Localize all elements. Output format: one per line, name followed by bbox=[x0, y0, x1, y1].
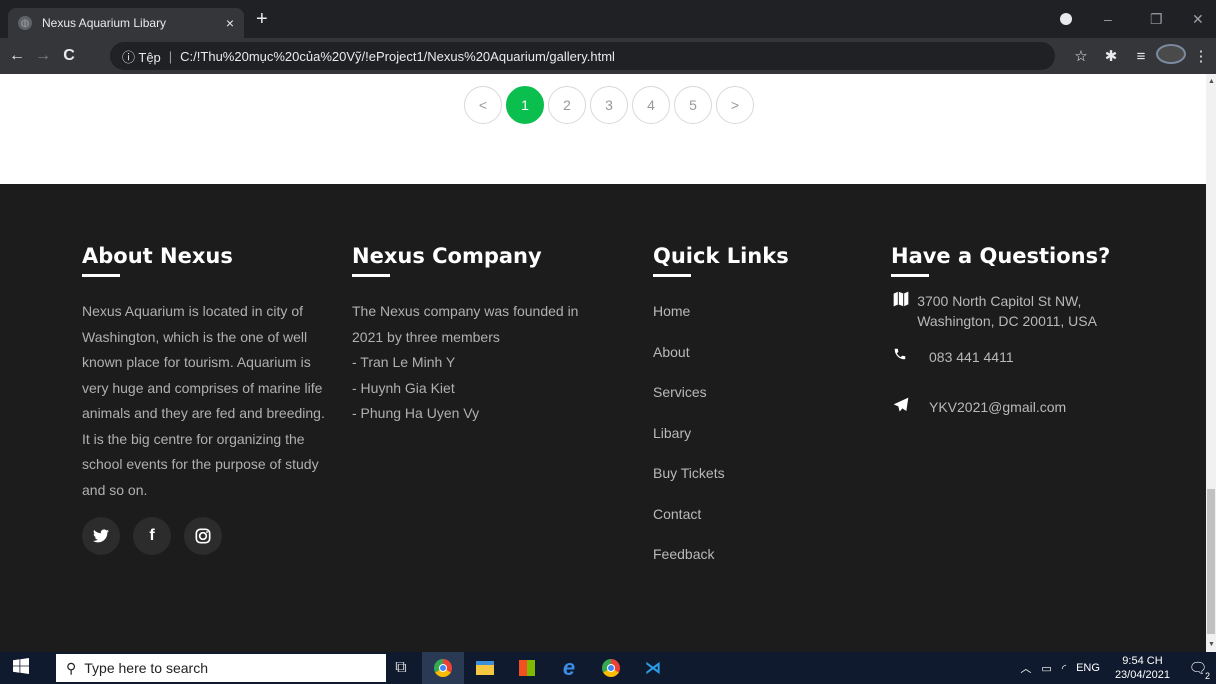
company-text: The Nexus company was founded in 2021 by… bbox=[352, 299, 602, 427]
profile-avatar[interactable] bbox=[1156, 44, 1186, 68]
taskbar-search-placeholder: Type here to search bbox=[84, 660, 209, 676]
address-bar[interactable]: ⓘ Tệp | C:/!Thu%20mục%20của%20Vỹ/!eProje… bbox=[110, 42, 1055, 70]
wifi-icon[interactable]: ◜ bbox=[1062, 662, 1066, 675]
browser-tab-strip: ◍ Nexus Aquarium Libary × + – ❐ ✕ bbox=[0, 0, 1216, 38]
heading-underline bbox=[891, 274, 929, 277]
browser-toolbar: ← → C ⓘ Tệp | C:/!Thu%20mục%20của%20Vỹ/!… bbox=[0, 38, 1216, 74]
scrollbar-thumb[interactable] bbox=[1207, 489, 1215, 634]
chrome-icon[interactable] bbox=[590, 658, 632, 677]
quick-link-home[interactable]: Home bbox=[653, 303, 789, 344]
phone-icon bbox=[891, 347, 929, 367]
profile-dropdown-icon[interactable] bbox=[1060, 0, 1072, 38]
taskbar-search-box[interactable]: ⚲ Type here to search bbox=[56, 654, 386, 682]
search-icon: ⚲ bbox=[66, 659, 77, 676]
tray-chevron-icon[interactable]: ︿ bbox=[1020, 660, 1031, 676]
pagination-next-button[interactable]: > bbox=[716, 86, 754, 124]
close-window-button[interactable]: ✕ bbox=[1192, 0, 1204, 38]
quick-links-list: Home About Services Libary Buy Tickets C… bbox=[653, 303, 789, 587]
paper-plane-icon bbox=[891, 397, 929, 419]
taskbar-clock[interactable]: 9:54 CH 23/04/2021 bbox=[1115, 654, 1170, 682]
footer-contact-column: Have a Questions? 3700 North Capitol St … bbox=[891, 244, 1151, 419]
contact-address: 3700 North Capitol St NW, Washington, DC… bbox=[917, 293, 1097, 329]
forward-button[interactable]: → bbox=[30, 47, 56, 65]
url-text: C:/!Thu%20mục%20của%20Vỹ/!eProject1/Nexu… bbox=[180, 48, 615, 64]
file-explorer-icon[interactable] bbox=[464, 659, 506, 677]
site-footer: About Nexus Nexus Aquarium is located in… bbox=[0, 184, 1206, 652]
pagination-page-2[interactable]: 2 bbox=[548, 86, 586, 124]
clock-time: 9:54 CH bbox=[1122, 655, 1163, 667]
new-tab-button[interactable]: + bbox=[256, 9, 268, 29]
company-founded-text: The Nexus company was founded in 2021 by… bbox=[352, 303, 579, 345]
battery-icon[interactable]: ▭ bbox=[1041, 662, 1051, 675]
footer-quick-links-column: Quick Links Home About Services Libary B… bbox=[653, 244, 789, 587]
heading-underline bbox=[82, 274, 120, 277]
language-indicator[interactable]: ENG bbox=[1076, 662, 1100, 674]
page-viewport: < 1 2 3 4 5 > About Nexus Nexus Aquarium… bbox=[0, 74, 1206, 652]
notification-count: 2 bbox=[1204, 671, 1210, 681]
pagination-page-1[interactable]: 1 bbox=[506, 86, 544, 124]
bookmark-star-icon[interactable]: ☆ bbox=[1066, 47, 1096, 65]
twitter-icon[interactable] bbox=[82, 517, 120, 555]
pagination-prev-button[interactable]: < bbox=[464, 86, 502, 124]
map-icon bbox=[891, 291, 917, 331]
reload-button[interactable]: C bbox=[56, 47, 82, 65]
pagination: < 1 2 3 4 5 > bbox=[464, 86, 758, 124]
contact-address-row: 3700 North Capitol St NW, Washington, DC… bbox=[891, 291, 1151, 331]
social-links: f bbox=[82, 517, 327, 555]
quick-link-services[interactable]: Services bbox=[653, 384, 789, 425]
footer-company-column: Nexus Company The Nexus company was foun… bbox=[352, 244, 602, 427]
pagination-page-5[interactable]: 5 bbox=[674, 86, 712, 124]
member-2: - Huynh Gia Kiet bbox=[352, 379, 455, 396]
quick-links-heading: Quick Links bbox=[653, 244, 789, 268]
minimize-button[interactable]: – bbox=[1104, 0, 1112, 38]
vscode-icon[interactable]: ⋊ bbox=[632, 658, 674, 678]
extensions-icon[interactable]: ✱ bbox=[1096, 47, 1126, 65]
pagination-page-4[interactable]: 4 bbox=[632, 86, 670, 124]
about-heading: About Nexus bbox=[82, 244, 233, 268]
windows-start-icon[interactable] bbox=[0, 657, 42, 679]
pagination-page-3[interactable]: 3 bbox=[590, 86, 628, 124]
footer-about-column: About Nexus Nexus Aquarium is located in… bbox=[82, 244, 327, 555]
contact-phone-row: 083 441 4411 bbox=[891, 347, 1151, 367]
quick-link-buy-tickets[interactable]: Buy Tickets bbox=[653, 465, 789, 506]
store-icon[interactable] bbox=[506, 659, 548, 677]
address-separator: | bbox=[168, 48, 173, 64]
windows-taskbar: ⚲ Type here to search ⧉ e ⋊ ︿ ▭ ◜ ENG 9:… bbox=[0, 652, 1216, 684]
scroll-down-arrow-icon[interactable]: ▼ bbox=[1208, 641, 1215, 648]
member-1: - Tran Le Minh Y bbox=[352, 354, 456, 370]
contact-email[interactable]: YKV2021@gmail.com bbox=[929, 397, 1066, 419]
heading-underline bbox=[352, 274, 390, 277]
quick-link-feedback[interactable]: Feedback bbox=[653, 546, 789, 587]
globe-icon: ◍ bbox=[18, 16, 32, 30]
facebook-icon[interactable]: f bbox=[133, 517, 171, 555]
scroll-up-arrow-icon[interactable]: ▲ bbox=[1208, 78, 1215, 85]
about-text: Nexus Aquarium is located in city of Was… bbox=[82, 303, 325, 498]
clock-date: 23/04/2021 bbox=[1114, 669, 1170, 681]
tab-title: Nexus Aquarium Libary bbox=[42, 16, 167, 30]
page-scrollbar[interactable]: ▲ ▼ bbox=[1206, 74, 1216, 652]
contact-email-row: YKV2021@gmail.com bbox=[891, 397, 1151, 419]
reading-list-icon[interactable]: ≡ bbox=[1126, 48, 1156, 65]
maximize-button[interactable]: ❐ bbox=[1150, 0, 1163, 38]
task-view-icon[interactable]: ⧉ bbox=[380, 659, 422, 677]
instagram-icon[interactable] bbox=[184, 517, 222, 555]
chrome-taskbar-icon[interactable] bbox=[422, 652, 464, 684]
contact-phone: 083 441 4411 bbox=[929, 349, 1014, 365]
notification-icon[interactable]: 🗨 2 bbox=[1180, 659, 1216, 681]
heading-underline bbox=[653, 274, 691, 277]
site-info-icon[interactable]: ⓘ Tệp bbox=[122, 47, 161, 66]
edge-icon[interactable]: e bbox=[548, 655, 590, 681]
tab-close-icon[interactable]: × bbox=[226, 15, 234, 31]
quick-link-contact[interactable]: Contact bbox=[653, 506, 789, 547]
browser-tab[interactable]: ◍ Nexus Aquarium Libary × bbox=[8, 8, 244, 38]
quick-link-libary[interactable]: Libary bbox=[653, 425, 789, 466]
quick-link-about[interactable]: About bbox=[653, 344, 789, 385]
contact-heading: Have a Questions? bbox=[891, 244, 1111, 268]
menu-icon[interactable]: ⋮ bbox=[1186, 47, 1216, 65]
back-button[interactable]: ← bbox=[4, 47, 30, 65]
member-3: - Phung Ha Uyen Vy bbox=[352, 405, 480, 421]
company-heading: Nexus Company bbox=[352, 244, 542, 268]
